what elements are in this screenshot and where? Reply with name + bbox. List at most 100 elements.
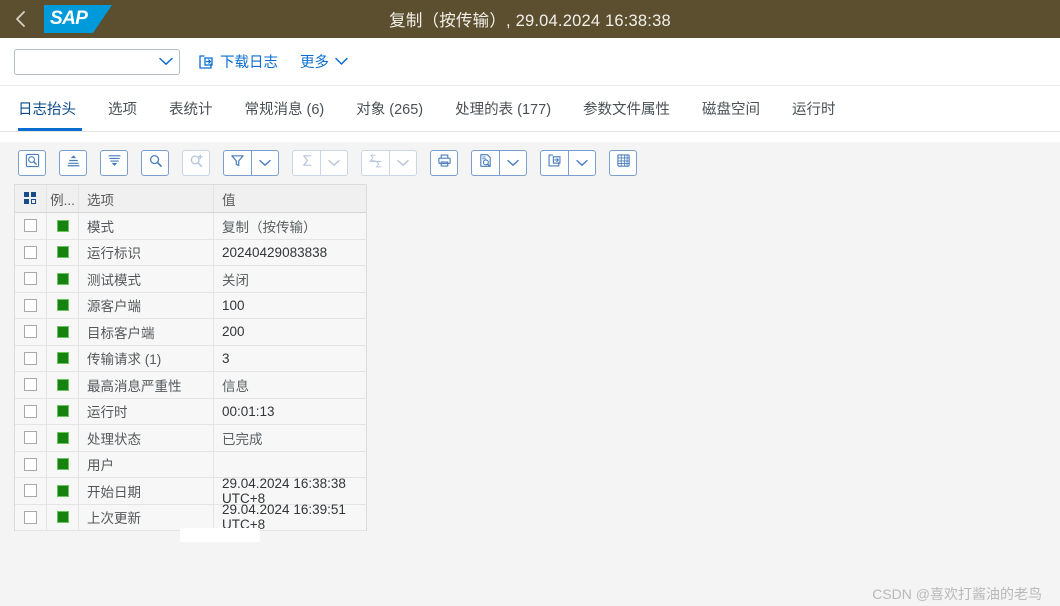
- row-checkbox[interactable]: [24, 484, 37, 497]
- row-option: 运行时: [79, 399, 214, 425]
- column-header-example[interactable]: 例...: [47, 185, 79, 212]
- tab-runtime[interactable]: 运行时: [776, 86, 852, 131]
- row-checkbox[interactable]: [24, 219, 37, 232]
- chevron-down-icon: [159, 53, 173, 71]
- row-select-cell[interactable]: [15, 505, 47, 531]
- tab-label: 表统计: [169, 98, 213, 119]
- export-button[interactable]: [540, 150, 568, 176]
- tab-general-messages[interactable]: 常规消息 (6): [229, 86, 341, 131]
- preview-button[interactable]: [471, 150, 499, 176]
- status-indicator-icon: [57, 246, 69, 258]
- layout-settings-button[interactable]: [609, 150, 637, 176]
- log-header-table: 例... 选项 值 模式 复制（按传输） 运行标识 20240429083838…: [14, 184, 367, 531]
- column-header-value[interactable]: 值: [214, 185, 366, 212]
- row-value: 信息: [214, 372, 366, 398]
- table-row[interactable]: 运行标识 20240429083838: [15, 240, 367, 267]
- filter-button[interactable]: [223, 150, 251, 176]
- row-checkbox[interactable]: [24, 511, 37, 524]
- preview-dropdown-button[interactable]: [499, 150, 527, 176]
- chevron-down-icon: [335, 57, 348, 66]
- print-button[interactable]: [430, 150, 458, 176]
- row-checkbox[interactable]: [24, 325, 37, 338]
- sort-descending-button[interactable]: [100, 150, 128, 176]
- row-value: [214, 452, 366, 478]
- status-indicator-icon: [57, 458, 69, 470]
- row-status-cell: [47, 452, 79, 478]
- export-icon: [198, 54, 214, 70]
- tab-objects[interactable]: 对象 (265): [340, 86, 439, 131]
- row-checkbox[interactable]: [24, 458, 37, 471]
- table-row[interactable]: 处理状态 已完成: [15, 425, 367, 452]
- row-select-cell[interactable]: [15, 425, 47, 451]
- status-indicator-icon: [57, 379, 69, 391]
- row-checkbox[interactable]: [24, 246, 37, 259]
- table-row[interactable]: 开始日期 29.04.2024 16:38:38 UTC+8: [15, 478, 367, 505]
- table-header-row: 例... 选项 值: [15, 185, 367, 213]
- table-row[interactable]: 最高消息严重性 信息: [15, 372, 367, 399]
- table-row[interactable]: 传输请求 (1) 3: [15, 346, 367, 373]
- row-option: 处理状态: [79, 425, 214, 451]
- sort-ascending-icon: [66, 153, 81, 173]
- tab-disk-space[interactable]: 磁盘空间: [686, 86, 776, 131]
- row-select-cell[interactable]: [15, 213, 47, 239]
- row-checkbox[interactable]: [24, 352, 37, 365]
- row-select-cell[interactable]: [15, 293, 47, 319]
- row-status-cell: [47, 240, 79, 266]
- chevron-left-icon: [14, 10, 27, 28]
- table-row[interactable]: 目标客户端 200: [15, 319, 367, 346]
- row-select-cell[interactable]: [15, 346, 47, 372]
- row-value: 200: [214, 319, 366, 345]
- table-row[interactable]: 模式 复制（按传输）: [15, 213, 367, 240]
- log-header-panel: 例... 选项 值 模式 复制（按传输） 运行标识 20240429083838…: [14, 142, 1046, 531]
- sap-logo[interactable]: SAP: [44, 5, 112, 33]
- table-row[interactable]: 测试模式 关闭: [15, 266, 367, 293]
- details-button[interactable]: [18, 150, 46, 176]
- row-select-cell[interactable]: [15, 399, 47, 425]
- row-option: 上次更新: [79, 505, 214, 531]
- total-button-group: [292, 150, 348, 176]
- row-select-cell[interactable]: [15, 478, 47, 504]
- chevron-down-icon: [576, 154, 588, 172]
- download-log-button[interactable]: 下载日志: [194, 48, 282, 75]
- sort-ascending-button[interactable]: [59, 150, 87, 176]
- log-select-dropdown[interactable]: [14, 49, 180, 75]
- table-row[interactable]: 用户: [15, 452, 367, 479]
- tab-options[interactable]: 选项: [92, 86, 153, 131]
- status-indicator-icon: [57, 220, 69, 232]
- select-all-cell[interactable]: [15, 185, 47, 212]
- row-checkbox[interactable]: [24, 431, 37, 444]
- tab-processed-tables[interactable]: 处理的表 (177): [439, 86, 567, 131]
- tab-profile-parameters[interactable]: 参数文件属性: [567, 86, 686, 131]
- find-next-button: [182, 150, 210, 176]
- table-row[interactable]: 源客户端 100: [15, 293, 367, 320]
- more-button[interactable]: 更多: [296, 48, 352, 75]
- magnifier-in-box-icon: [25, 153, 40, 173]
- row-select-cell[interactable]: [15, 266, 47, 292]
- row-status-cell: [47, 346, 79, 372]
- row-checkbox[interactable]: [24, 272, 37, 285]
- table-row[interactable]: 上次更新 29.04.2024 16:39:51 UTC+8: [15, 505, 367, 532]
- row-select-cell[interactable]: [15, 452, 47, 478]
- status-indicator-icon: [57, 299, 69, 311]
- row-select-cell[interactable]: [15, 319, 47, 345]
- status-indicator-icon: [57, 511, 69, 523]
- row-value: 3: [214, 346, 366, 372]
- row-checkbox[interactable]: [24, 405, 37, 418]
- watermark: CSDN @喜欢打酱油的老鸟: [872, 584, 1042, 604]
- sigma-icon: [300, 153, 314, 173]
- find-button[interactable]: [141, 150, 169, 176]
- tab-table-statistics[interactable]: 表统计: [153, 86, 229, 131]
- more-label: 更多: [300, 51, 329, 72]
- row-select-cell[interactable]: [15, 372, 47, 398]
- tab-log-header[interactable]: 日志抬头: [14, 86, 92, 131]
- row-status-cell: [47, 425, 79, 451]
- row-checkbox[interactable]: [24, 299, 37, 312]
- chevron-down-icon: [328, 154, 340, 172]
- table-row[interactable]: 运行时 00:01:13: [15, 399, 367, 426]
- column-header-option[interactable]: 选项: [79, 185, 214, 212]
- back-button[interactable]: [0, 0, 40, 38]
- row-checkbox[interactable]: [24, 378, 37, 391]
- row-select-cell[interactable]: [15, 240, 47, 266]
- filter-dropdown-button[interactable]: [251, 150, 279, 176]
- export-dropdown-button[interactable]: [568, 150, 596, 176]
